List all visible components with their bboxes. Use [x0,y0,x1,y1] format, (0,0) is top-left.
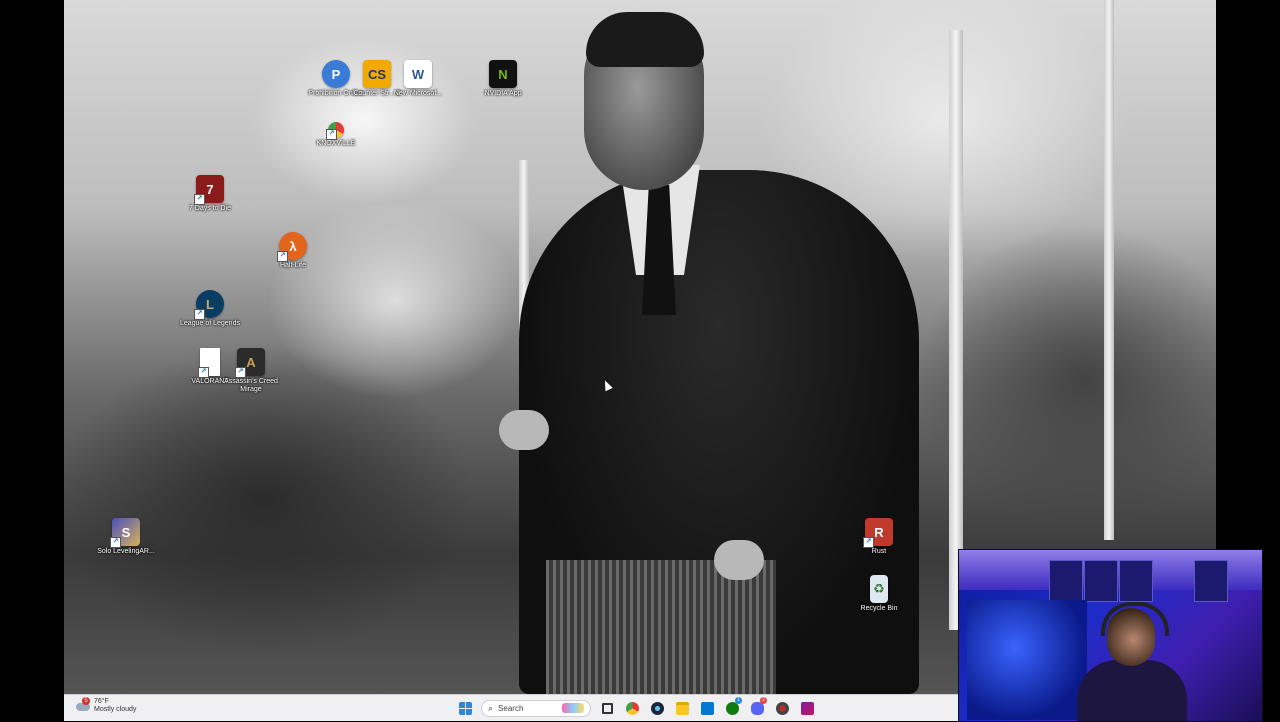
word-document-icon: W [404,60,432,88]
store-icon [700,701,714,715]
seven-days-to-die-icon: 7 ↗ [194,175,224,205]
desktop-icon-label: Recycle Bin [860,605,898,612]
taskbar-center: ⌕ Search 1 2 [456,697,816,718]
shortcut-arrow-icon: ↗ [277,251,288,262]
steam-icon [650,701,664,715]
tree-trunk [949,30,963,630]
half-life-icon: λ ↗ [277,232,307,262]
desktop-icon-label: League of Legends [180,320,240,327]
desktop-icon-7-days-to-die[interactable]: 7 ↗ 7 Days to Die [178,175,242,213]
chrome-icon: ↗ [326,122,344,140]
taskbar-app-discord[interactable]: 2 [748,697,767,717]
webcam-cabinet [1119,560,1153,602]
start-button[interactable] [456,699,474,717]
icon-glyph: R [874,524,884,540]
taskbar-app-steam[interactable] [648,699,666,717]
rust-icon: R ↗ [863,518,893,548]
desktop-icon-label: New Microsof... [393,90,443,97]
desktop-icon-assassins-creed-mirage[interactable]: A ↗ Assassin's Creed Mirage [219,348,283,394]
shortcut-arrow-icon: ↗ [198,367,209,378]
taskbar-app-task-view[interactable] [598,699,616,717]
shortcut-arrow-icon: ↗ [235,367,246,378]
desktop-icon-knoxville[interactable]: ↗ KNOXVILLE [304,122,368,148]
blank-file-icon: ↗ [198,348,220,378]
chrome-icon [625,701,639,715]
portrait-trousers [546,560,776,694]
desktop-icon-league-of-legends[interactable]: L ↗ League of Legends [178,290,242,328]
portrait-hand [499,410,549,450]
taskbar-search[interactable]: ⌕ Search [481,699,591,717]
desktop-icon-label: Solo LevelingAR... [97,548,155,555]
cloud-icon: 5 [76,697,90,713]
shortcut-arrow-icon: ↗ [326,129,337,140]
desktop-icon-nvidia-app[interactable]: N NVIDIA App [471,60,535,98]
taskbar-app-game[interactable] [773,699,791,717]
taskbar-app-chrome[interactable] [623,699,641,717]
portrait-hand [714,540,764,580]
weather-badge: 5 [82,697,90,705]
desktop-icon-new-microsoft-word[interactable]: W New Microsof... [386,60,450,98]
icon-glyph: A [246,354,256,370]
shortcut-arrow-icon: ↗ [110,537,121,548]
league-of-legends-icon: L ↗ [194,290,224,320]
desktop-icon-label: KNOXVILLE [316,140,356,147]
solo-leveling-icon: S ↗ [110,518,140,548]
nvidia-icon: N [489,60,517,88]
windows-logo-icon [458,701,472,715]
search-highlight-icon [562,703,584,713]
assassins-creed-icon: A ↗ [235,348,265,378]
icon-glyph: λ [289,238,297,254]
desktop-icon-recycle-bin[interactable]: ♻ Recycle Bin [847,575,911,613]
tree-trunk [1104,0,1114,540]
desktop-icon-rust[interactable]: R ↗ Rust [847,518,911,556]
icon-glyph: S [121,524,131,540]
icon-glyph: L [206,296,214,312]
desktop-icon-label: NVIDIA App [484,90,522,97]
shortcut-arrow-icon: ↗ [863,537,874,548]
weather-widget[interactable]: 5 76°F Mostly cloudy [76,697,137,714]
media-app-icon [800,701,814,715]
headset-icon [1101,602,1169,636]
desktop-icon-half-life[interactable]: λ ↗ Half-Life [261,232,325,270]
recycle-bin-icon: ♻ [870,575,888,603]
portrait-hair [586,12,704,67]
desktop-icon-label: Assassin's Creed Mirage [224,378,278,393]
webcam-cabinet [1194,560,1228,602]
folder-icon [675,701,689,715]
task-view-icon [601,702,613,714]
webcam-cabinet [1084,560,1118,602]
webcam-cabinet [1049,560,1083,602]
icon-glyph: 7 [206,181,214,197]
taskbar-app-file-explorer[interactable] [673,699,691,717]
desktop-icon-solo-leveling[interactable]: S ↗ Solo LevelingAR... [94,518,158,556]
notification-badge: 2 [760,697,767,704]
shortcut-arrow-icon: ↗ [194,309,205,320]
search-icon: ⌕ [488,702,494,713]
weather-condition: Mostly cloudy [94,706,137,713]
desktop-icon-label: 7 Days to Die [188,205,232,212]
webcam-person-body [1077,660,1187,721]
search-placeholder: Search [498,703,524,713]
taskbar-app-xbox[interactable]: 1 [723,697,742,717]
webcam-overlay [958,549,1263,722]
notification-badge: 1 [735,697,742,704]
weather-temperature: 76°F [94,698,109,705]
shortcut-arrow-icon: ↗ [194,194,205,205]
taskbar-app-media[interactable] [798,699,816,717]
webcam-wall-art [967,600,1087,720]
desktop-icon-label: Rust [871,548,887,555]
game-app-icon [775,701,789,715]
taskbar-app-microsoft-store[interactable] [698,699,716,717]
desktop-icon-label: Half-Life [279,262,307,269]
